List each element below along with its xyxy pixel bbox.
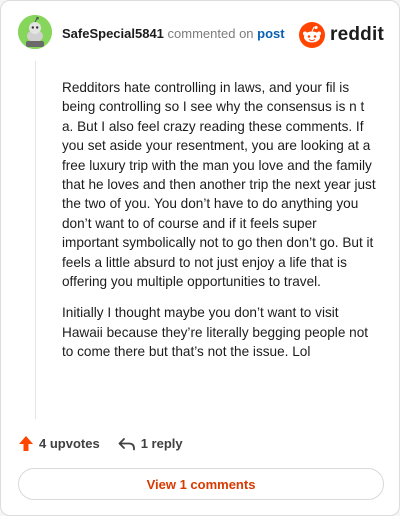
upvote-button[interactable]: 4 upvotes — [18, 435, 100, 452]
reddit-logo-icon — [299, 22, 326, 48]
post-link[interactable]: post — [257, 26, 284, 41]
reply-count: 1 reply — [140, 436, 183, 451]
username[interactable]: SafeSpecial5841 — [62, 26, 164, 41]
comment-card: SafeSpecial5841 commented on post reddit… — [0, 0, 400, 516]
thread-line[interactable] — [35, 61, 36, 419]
comment-paragraph: Initially I thought maybe you don’t want… — [62, 305, 369, 360]
upvotes-count: 4 upvotes — [39, 436, 100, 451]
comment-body: Redditors hate controlling in laws, and … — [62, 78, 376, 374]
snoo-avatar-icon — [18, 15, 52, 49]
reddit-wordmark: reddit — [330, 24, 384, 45]
reply-arrow-icon — [118, 437, 135, 450]
commented-on-text: commented on — [167, 26, 254, 41]
comment-actions: 4 upvotes 1 reply — [18, 435, 183, 452]
reddit-brand[interactable]: reddit — [299, 22, 384, 48]
comment-paragraph: Redditors hate controlling in laws, and … — [62, 80, 376, 290]
comment-header: SafeSpecial5841 commented on post — [62, 26, 285, 42]
upvote-arrow-icon — [19, 436, 33, 451]
view-comments-button[interactable]: View 1 comments — [18, 468, 384, 500]
reply-button[interactable]: 1 reply — [118, 436, 183, 451]
avatar[interactable] — [18, 15, 52, 49]
